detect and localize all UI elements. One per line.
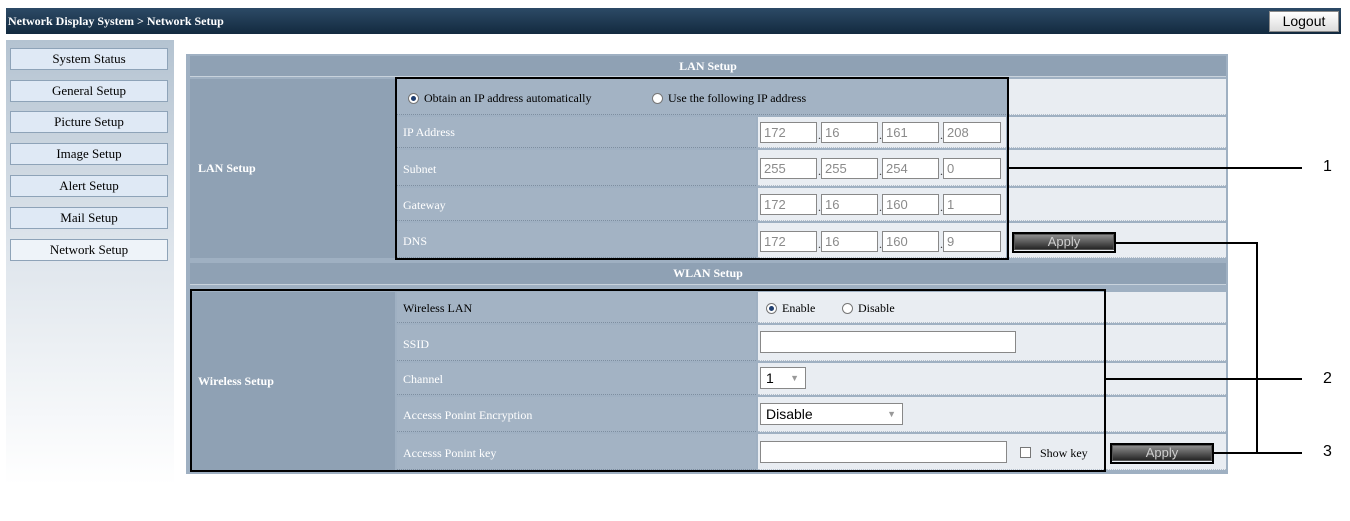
channel-input-cell bbox=[758, 363, 1104, 395]
wlan-group-label-text: Wireless Setup bbox=[198, 373, 274, 388]
gateway-spacer bbox=[1008, 188, 1226, 221]
callout-line-2-vertical bbox=[1256, 242, 1258, 454]
radio-obtain-auto-label: Obtain an IP address automatically bbox=[424, 91, 592, 105]
gateway-octet-2[interactable]: 16 bbox=[821, 194, 878, 215]
radio-use-following-label: Use the following IP address bbox=[668, 91, 807, 105]
chevron-down-icon: ▼ bbox=[887, 409, 896, 419]
wlan-apply-button[interactable]: Apply bbox=[1112, 445, 1212, 461]
logout-button[interactable]: Logout bbox=[1269, 11, 1339, 32]
wlan-section-header: WLAN Setup bbox=[190, 263, 1226, 285]
encryption-label: Accesss Ponint Encryption bbox=[403, 408, 533, 422]
lan-group-label-text: LAN Setup bbox=[198, 161, 256, 175]
lan-apply-button[interactable]: Apply bbox=[1014, 234, 1114, 250]
ssid-spacer bbox=[1106, 325, 1226, 361]
subnet-octet-4[interactable]: 0 bbox=[943, 158, 1001, 179]
subnet-octet-1[interactable]: 255 bbox=[760, 158, 817, 179]
radio-wireless-enable-label: Enable bbox=[782, 301, 816, 315]
channel-select[interactable]: 1 ▼ bbox=[760, 367, 806, 389]
radio-wireless-disable[interactable] bbox=[842, 303, 853, 314]
dns-label-cell bbox=[397, 223, 756, 258]
dns-octet-1[interactable]: 172 bbox=[760, 231, 817, 252]
channel-select-value: 1 bbox=[766, 370, 774, 386]
ip-octet-2[interactable]: 16 bbox=[821, 122, 878, 143]
encryption-spacer bbox=[1106, 397, 1226, 432]
callout-number-2: 2 bbox=[1323, 370, 1332, 387]
sidebar-item-picture-setup[interactable]: Picture Setup bbox=[10, 111, 168, 133]
dns-label: DNS bbox=[403, 234, 428, 248]
callout-line-3 bbox=[1214, 452, 1302, 454]
dns-octet-3[interactable]: 160 bbox=[882, 231, 939, 252]
sidebar-item-general-setup[interactable]: General Setup bbox=[10, 80, 168, 102]
sidebar-item-mail-setup[interactable]: Mail Setup bbox=[10, 207, 168, 229]
ip-address-spacer bbox=[1008, 117, 1226, 148]
channel-label: Channel bbox=[403, 372, 443, 386]
dns-octet-2[interactable]: 16 bbox=[821, 231, 878, 252]
lan-group-label: LAN Setup bbox=[190, 79, 395, 258]
title-bar: Network Display System > Network Setup L… bbox=[6, 8, 1341, 34]
lan-section-header: LAN Setup bbox=[190, 56, 1226, 77]
ssid-label: SSID bbox=[403, 337, 430, 351]
radio-wireless-enable[interactable] bbox=[766, 303, 777, 314]
channel-label-cell bbox=[397, 363, 756, 395]
radio-use-following[interactable] bbox=[652, 93, 663, 104]
callout-line-1 bbox=[1009, 167, 1302, 169]
ssid-input[interactable] bbox=[760, 331, 1016, 353]
breadcrumb: Network Display System > Network Setup bbox=[8, 14, 224, 28]
gateway-label-cell bbox=[397, 188, 756, 221]
gateway-octet-4[interactable]: 1 bbox=[943, 194, 1001, 215]
encryption-select[interactable]: Disable ▼ bbox=[760, 403, 903, 425]
subnet-octet-2[interactable]: 255 bbox=[821, 158, 878, 179]
subnet-label: Subnet bbox=[403, 162, 437, 176]
lan-mode-row-spacer bbox=[1008, 79, 1226, 115]
ip-address-label: IP Address bbox=[403, 125, 455, 139]
ip-octet-4[interactable]: 208 bbox=[943, 122, 1001, 143]
subnet-octet-3[interactable]: 254 bbox=[882, 158, 939, 179]
callout-number-3: 3 bbox=[1323, 443, 1332, 460]
ip-octet-3[interactable]: 161 bbox=[882, 122, 939, 143]
sidebar-item-image-setup[interactable]: Image Setup bbox=[10, 143, 168, 165]
wireless-lan-spacer bbox=[1106, 292, 1226, 323]
wlan-group-label: Wireless Setup bbox=[190, 292, 395, 470]
radio-obtain-auto[interactable] bbox=[408, 93, 419, 104]
dns-octet-4[interactable]: 9 bbox=[943, 231, 1001, 252]
gateway-label: Gateway bbox=[403, 198, 446, 212]
wireless-lan-label: Wireless LAN bbox=[403, 301, 473, 315]
access-point-key-input[interactable] bbox=[760, 441, 1007, 463]
subnet-label-cell bbox=[397, 150, 756, 186]
key-label: Accesss Ponint key bbox=[403, 446, 497, 460]
encryption-select-value: Disable bbox=[766, 406, 813, 422]
sidebar: System Status General Setup Picture Setu… bbox=[6, 40, 174, 485]
sidebar-item-alert-setup[interactable]: Alert Setup bbox=[10, 175, 168, 197]
callout-number-1: 1 bbox=[1323, 158, 1332, 175]
chevron-down-icon: ▼ bbox=[790, 373, 799, 383]
sidebar-item-system-status[interactable]: System Status bbox=[10, 48, 168, 70]
gateway-octet-1[interactable]: 172 bbox=[760, 194, 817, 215]
show-key-checkbox[interactable] bbox=[1020, 447, 1031, 458]
radio-wireless-disable-label: Disable bbox=[858, 301, 895, 315]
gateway-octet-3[interactable]: 160 bbox=[882, 194, 939, 215]
callout-line-2-wlan bbox=[1106, 378, 1302, 380]
ip-octet-1[interactable]: 172 bbox=[760, 122, 817, 143]
callout-line-2-top bbox=[1116, 242, 1258, 244]
ssid-label-cell bbox=[397, 325, 756, 361]
sidebar-item-network-setup[interactable]: Network Setup bbox=[10, 239, 168, 261]
show-key-label: Show key bbox=[1040, 446, 1088, 460]
